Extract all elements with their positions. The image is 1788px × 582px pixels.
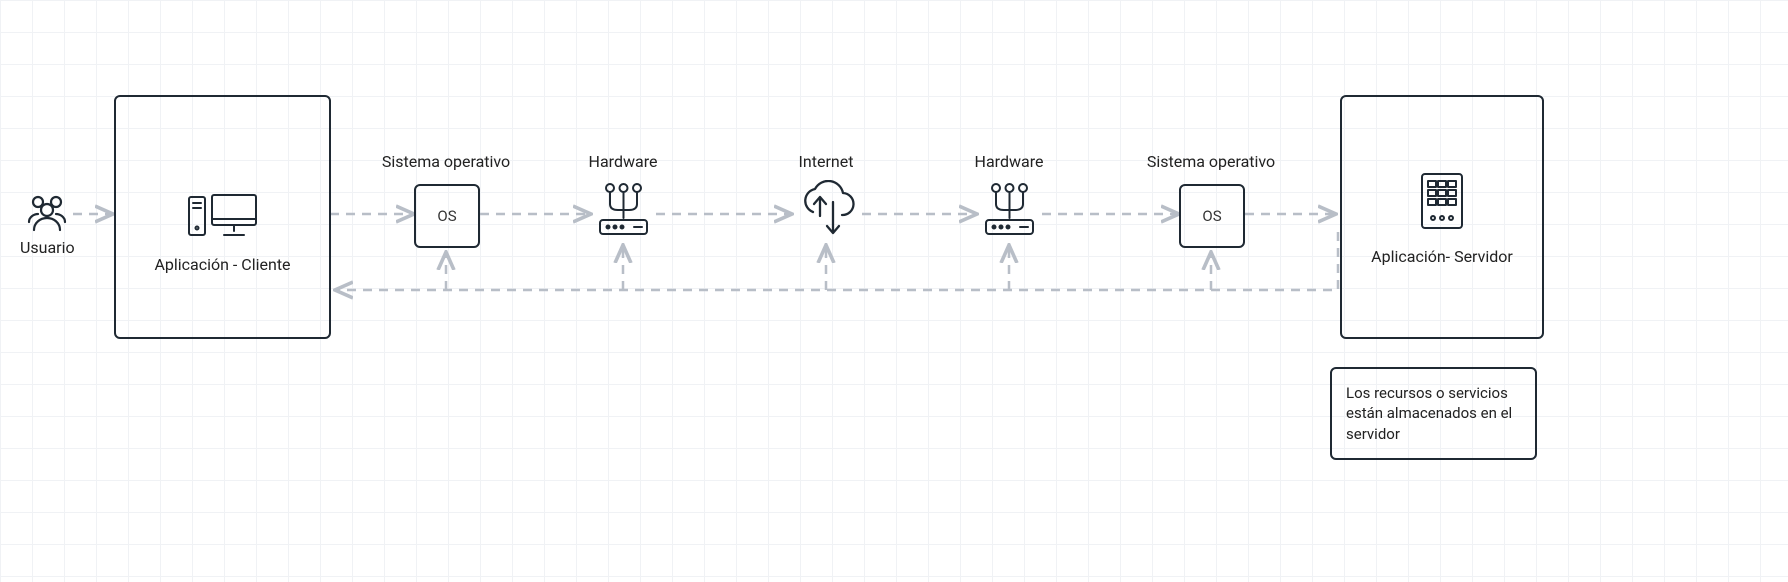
client-app-box: Aplicación - Cliente [114, 95, 331, 339]
server-app-label: Aplicación- Servidor [1342, 247, 1542, 267]
cloud-transfer-icon [793, 180, 859, 240]
hardware1-icon [596, 180, 651, 238]
server-node-icon [596, 180, 651, 238]
os1-box-label: OS [437, 207, 456, 225]
internet-icon [793, 180, 859, 240]
server-node-icon [982, 180, 1037, 238]
os2-box-label: OS [1202, 207, 1221, 225]
hw1-title: Hardware [589, 152, 658, 171]
client-app-label: Aplicación - Cliente [116, 255, 329, 274]
annotation-text: Los recursos o servicios están almacenad… [1346, 384, 1512, 443]
os2-title: Sistema operativo [1147, 152, 1275, 171]
hardware2-icon [982, 180, 1037, 238]
os1-box: OS [414, 184, 480, 248]
user-node: Usuario [20, 192, 75, 257]
server-rack-icon [1419, 171, 1465, 235]
internet-title: Internet [799, 152, 854, 171]
os2-box: OS [1179, 184, 1245, 248]
annotation-box: Los recursos o servicios están almacenad… [1330, 367, 1537, 460]
hw2-title: Hardware [975, 152, 1044, 171]
desktop-icon [186, 191, 260, 245]
users-icon [22, 192, 72, 232]
os1-title: Sistema operativo [382, 152, 510, 171]
server-app-box: Aplicación- Servidor [1340, 95, 1544, 339]
user-label: Usuario [20, 238, 75, 257]
